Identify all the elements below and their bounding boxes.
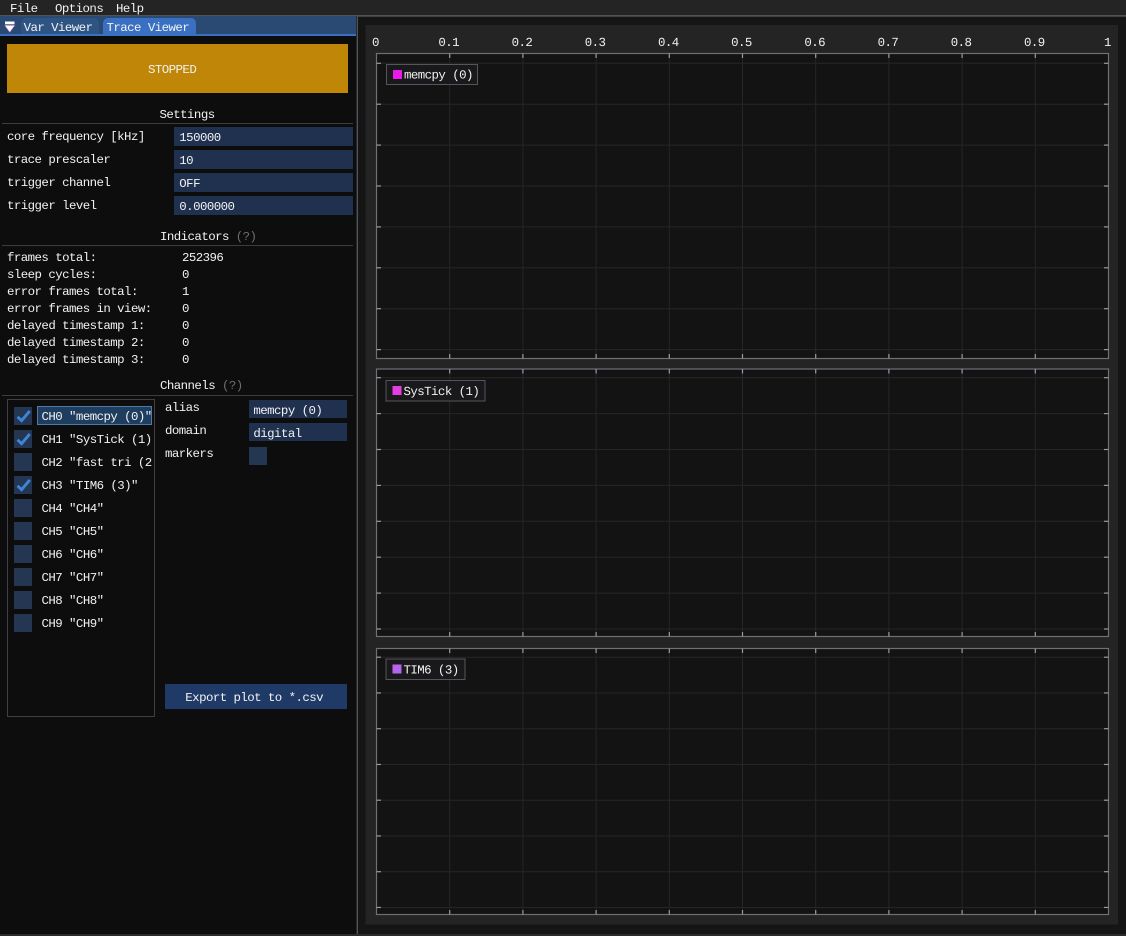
svg-text:0.7: 0.7 — [878, 36, 899, 50]
svg-text:0: 0 — [372, 36, 379, 50]
svg-text:memcpy (0): memcpy (0) — [404, 69, 473, 83]
svg-text:0.9: 0.9 — [1024, 36, 1045, 50]
svg-text:0.3: 0.3 — [585, 36, 606, 50]
svg-text:SysTick (1): SysTick (1) — [404, 385, 480, 399]
svg-text:0.8: 0.8 — [951, 36, 972, 50]
svg-text:0.1: 0.1 — [438, 36, 459, 50]
svg-text:0.2: 0.2 — [512, 36, 533, 50]
svg-text:0.5: 0.5 — [731, 36, 752, 50]
svg-text:0.4: 0.4 — [658, 36, 679, 50]
svg-text:TIM6 (3): TIM6 (3) — [404, 663, 459, 677]
svg-text:0.6: 0.6 — [804, 36, 825, 50]
svg-text:1: 1 — [1104, 36, 1111, 50]
